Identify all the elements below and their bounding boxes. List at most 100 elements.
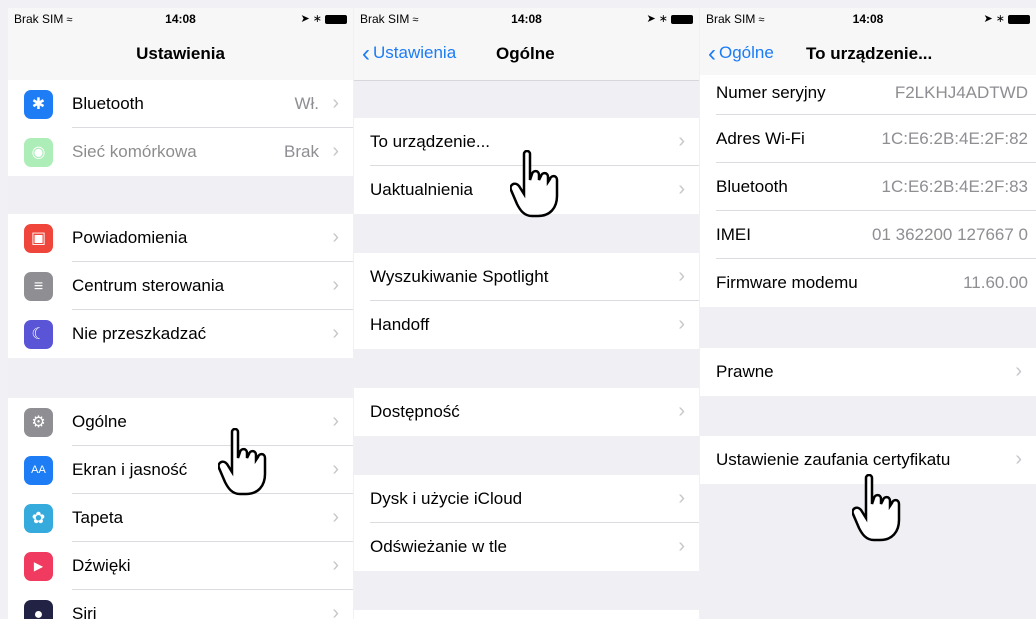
location-icon: ➤: [300, 13, 310, 25]
chevron-right-icon: ›: [332, 554, 339, 576]
chevron-right-icon: ›: [332, 458, 339, 480]
back-label: Ustawienia: [373, 43, 457, 62]
row-value: F2LKHJ4ADTWD: [894, 83, 1028, 102]
chevron-right-icon: ›: [678, 487, 685, 509]
row-label: Ustawienie zaufania certyfikatu: [716, 450, 951, 469]
settings-row-cellular[interactable]: ◉ Sieć komórkowa Brak ›: [8, 128, 353, 176]
row-label: Odświeżanie w tle: [370, 537, 508, 556]
general-panel: Brak SIM ≈ 14:08 ➤ ∗ ‹ Ustawienia Ogólne T…: [354, 8, 699, 619]
chevron-right-icon: ›: [332, 410, 339, 432]
row-label: Sieć komórkowa: [72, 142, 197, 161]
settings-row-display[interactable]: AA Ekran i jasność ›: [8, 446, 353, 494]
page-title: Ogólne: [496, 44, 555, 63]
back-button[interactable]: ‹ Ustawienia: [362, 42, 457, 66]
location-icon: ➤: [983, 13, 993, 25]
row-label: Nie przeszkadzać: [72, 324, 207, 343]
about-panel: Brak SIM ≈ 14:08 ➤ ∗ ‹ Ogólne To urządzeni…: [700, 8, 1036, 619]
chevron-left-icon: ‹: [362, 40, 370, 67]
about-row-bluetooth: Bluetooth 1C:E6:2B:4E:2F:83: [700, 163, 1036, 211]
row-label: IMEI: [716, 225, 751, 244]
control-center-icon: ≡: [24, 272, 53, 301]
row-label: Wyszukiwanie Spotlight: [370, 267, 549, 286]
sounds-icon: ▶: [24, 552, 53, 581]
chevron-right-icon: ›: [332, 140, 339, 162]
chevron-right-icon: ›: [678, 535, 685, 557]
settings-row-control-center[interactable]: ≡ Centrum sterowania ›: [8, 262, 353, 310]
general-row-handoff[interactable]: Handoff ›: [354, 301, 699, 349]
status-bar: Brak SIM ≈ 14:08 ➤ ∗: [8, 8, 353, 30]
general-row-spotlight[interactable]: Wyszukiwanie Spotlight ›: [354, 253, 699, 301]
settings-panel: Brak SIM ≈ 14:08 ➤ ∗ Ustawienia ✱ Bluetoo…: [8, 8, 353, 619]
general-row-icloud-usage[interactable]: Dysk i użycie iCloud ›: [354, 475, 699, 523]
chevron-right-icon: ›: [332, 506, 339, 528]
moon-icon: ☾: [24, 320, 53, 349]
chevron-right-icon: ›: [678, 265, 685, 287]
chevron-right-icon: ›: [1015, 360, 1022, 382]
row-label: Siri: [72, 604, 97, 619]
row-label: Ekran i jasność: [72, 460, 188, 479]
row-value: Wł.: [294, 94, 319, 113]
row-value: 1C:E6:2B:4E:2F:83: [881, 177, 1028, 196]
battery-icon: [671, 14, 693, 24]
settings-row-do-not-disturb[interactable]: ☾ Nie przeszkadzać ›: [8, 310, 353, 358]
row-label: Bluetooth: [716, 177, 788, 196]
general-row-accessibility[interactable]: Dostępność ›: [354, 388, 699, 436]
bluetooth-status-icon: ∗: [995, 13, 1005, 25]
row-label: Prawne: [716, 362, 774, 381]
row-label: Handoff: [370, 315, 430, 334]
row-label: Firmware modemu: [716, 273, 858, 292]
status-bar: Brak SIM ≈ 14:08 ➤ ∗: [700, 8, 1036, 30]
notifications-icon: ▣: [24, 224, 53, 253]
row-label: Dźwięki: [72, 556, 131, 575]
battery-icon: [1008, 14, 1030, 24]
settings-row-notifications[interactable]: ▣ Powiadomienia ›: [8, 214, 353, 262]
about-row-imei: IMEI 01 362200 127667 0: [700, 211, 1036, 259]
chevron-right-icon: ›: [678, 400, 685, 422]
row-value: 01 362200 127667 0: [872, 225, 1028, 244]
chevron-left-icon: ‹: [708, 40, 716, 67]
general-row-background-refresh[interactable]: Odświeżanie w tle ›: [354, 523, 699, 571]
page-title: To urządzenie...: [806, 44, 933, 63]
battery-icon: [325, 14, 347, 24]
row-label: Adres Wi-Fi: [716, 129, 805, 148]
navigation-bar: ‹ Ogólne To urządzenie...: [700, 30, 1036, 81]
wallpaper-icon: ✿: [24, 504, 53, 533]
bluetooth-status-icon: ∗: [658, 13, 668, 25]
page-title: Ustawienia: [136, 44, 225, 63]
row-label: Tapeta: [72, 508, 124, 527]
row-value: 11.60.00: [963, 273, 1028, 292]
row-value: Brak: [284, 142, 319, 161]
settings-row-general[interactable]: ⚙ Ogólne ›: [8, 398, 353, 446]
settings-row-wallpaper[interactable]: ✿ Tapeta ›: [8, 494, 353, 542]
status-bar: Brak SIM ≈ 14:08 ➤ ∗: [354, 8, 699, 30]
row-label: Bluetooth: [72, 94, 144, 113]
row-label: Ogólne: [72, 412, 127, 431]
settings-row-siri[interactable]: ● Siri ›: [8, 590, 353, 619]
gear-icon: ⚙: [24, 408, 53, 437]
row-label: Dysk i użycie iCloud: [370, 489, 523, 508]
cellular-icon: ◉: [24, 138, 53, 167]
about-row-serial: Numer seryjny F2LKHJ4ADTWD: [700, 75, 1036, 115]
row-label: To urządzenie...: [370, 132, 491, 151]
back-label: Ogólne: [719, 43, 774, 62]
pointing-hand-icon: [852, 474, 901, 542]
about-row-modem-firmware: Firmware modemu 11.60.00: [700, 259, 1036, 307]
bluetooth-icon: ✱: [24, 90, 53, 119]
chevron-right-icon: ›: [332, 602, 339, 619]
back-button[interactable]: ‹ Ogólne: [708, 42, 774, 66]
row-label: Uaktualnienia: [370, 180, 474, 199]
chevron-right-icon: ›: [332, 322, 339, 344]
display-icon: AA: [24, 456, 53, 485]
pointing-hand-icon: [218, 428, 267, 496]
chevron-right-icon: ›: [678, 178, 685, 200]
navigation-bar: ‹ Ustawienia Ogólne: [354, 30, 699, 81]
location-icon: ➤: [646, 13, 656, 25]
navigation-bar: Ustawienia: [8, 30, 353, 81]
settings-row-sounds[interactable]: ▶ Dźwięki ›: [8, 542, 353, 590]
about-row-legal[interactable]: Prawne ›: [700, 348, 1036, 396]
chevron-right-icon: ›: [678, 130, 685, 152]
pointing-hand-icon: [510, 150, 559, 218]
settings-row-bluetooth[interactable]: ✱ Bluetooth Wł. ›: [8, 80, 353, 128]
general-row-partial: [354, 610, 699, 619]
siri-icon: ●: [24, 600, 53, 619]
